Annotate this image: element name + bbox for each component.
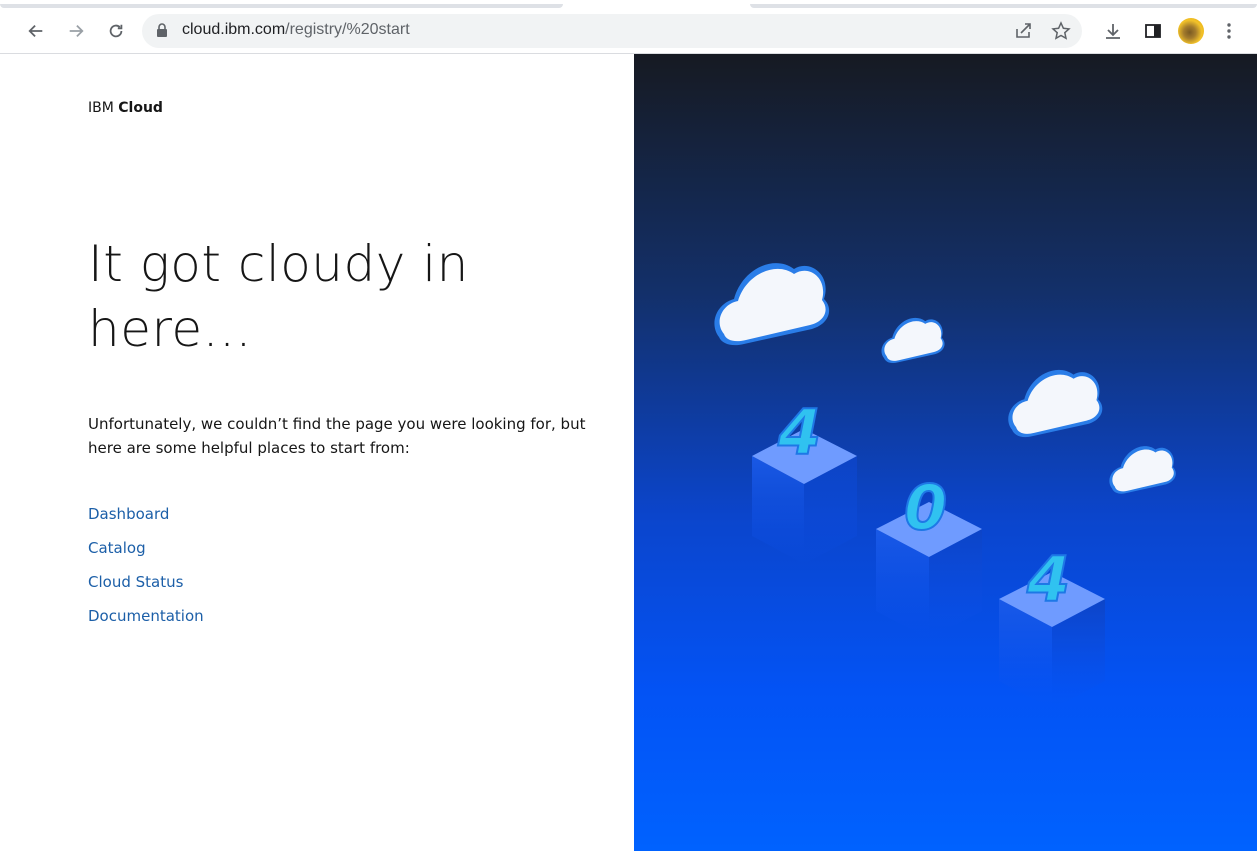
back-icon[interactable] <box>24 19 48 43</box>
error-description: Unfortunately, we couldn’t find the page… <box>88 415 586 457</box>
svg-text:4: 4 <box>1026 543 1070 616</box>
ibm-cloud-logo[interactable]: IBM Cloud <box>88 100 163 116</box>
star-icon[interactable] <box>1049 19 1073 43</box>
helpful-links: Dashboard Catalog Cloud Status Documenta… <box>88 504 204 640</box>
illustration-panel: 4 0 4 <box>634 54 1257 851</box>
block-digit-4-left: 4 <box>752 395 857 564</box>
browser-toolbar: cloud.ibm.com/registry/%20start <box>0 0 1257 54</box>
content-panel: IBM Cloud It got cloudy in here... Unfor… <box>0 54 634 851</box>
link-cloud-status[interactable]: Cloud Status <box>88 573 183 591</box>
side-panel-icon[interactable] <box>1141 19 1165 43</box>
page-title: It got cloudy in here... <box>88 235 469 358</box>
block-digit-0: 0 <box>876 470 982 639</box>
block-digit-4-right: 4 <box>999 542 1105 709</box>
avatar[interactable] <box>1178 18 1204 44</box>
svg-text:0: 0 <box>904 471 947 544</box>
reload-icon[interactable] <box>104 19 128 43</box>
link-documentation[interactable]: Documentation <box>88 607 204 625</box>
svg-text:4: 4 <box>777 396 821 469</box>
link-dashboard[interactable]: Dashboard <box>88 505 169 523</box>
forward-icon[interactable] <box>64 19 88 43</box>
url-text[interactable]: cloud.ibm.com/registry/%20start <box>182 21 410 39</box>
404-illustration: 4 0 4 <box>714 263 1176 709</box>
tab-strip-right <box>750 4 1257 8</box>
lock-icon[interactable] <box>156 23 168 38</box>
cloud-icon <box>1008 369 1103 438</box>
tab-strip-left <box>0 4 563 8</box>
more-icon[interactable] <box>1217 19 1241 43</box>
share-icon[interactable] <box>1011 19 1035 43</box>
download-icon[interactable] <box>1101 19 1125 43</box>
cloud-icon <box>1109 446 1176 494</box>
address-bar[interactable]: cloud.ibm.com/registry/%20start <box>142 14 1082 48</box>
cloud-icon <box>714 263 830 346</box>
cloud-icon <box>881 317 945 364</box>
link-catalog[interactable]: Catalog <box>88 539 146 557</box>
